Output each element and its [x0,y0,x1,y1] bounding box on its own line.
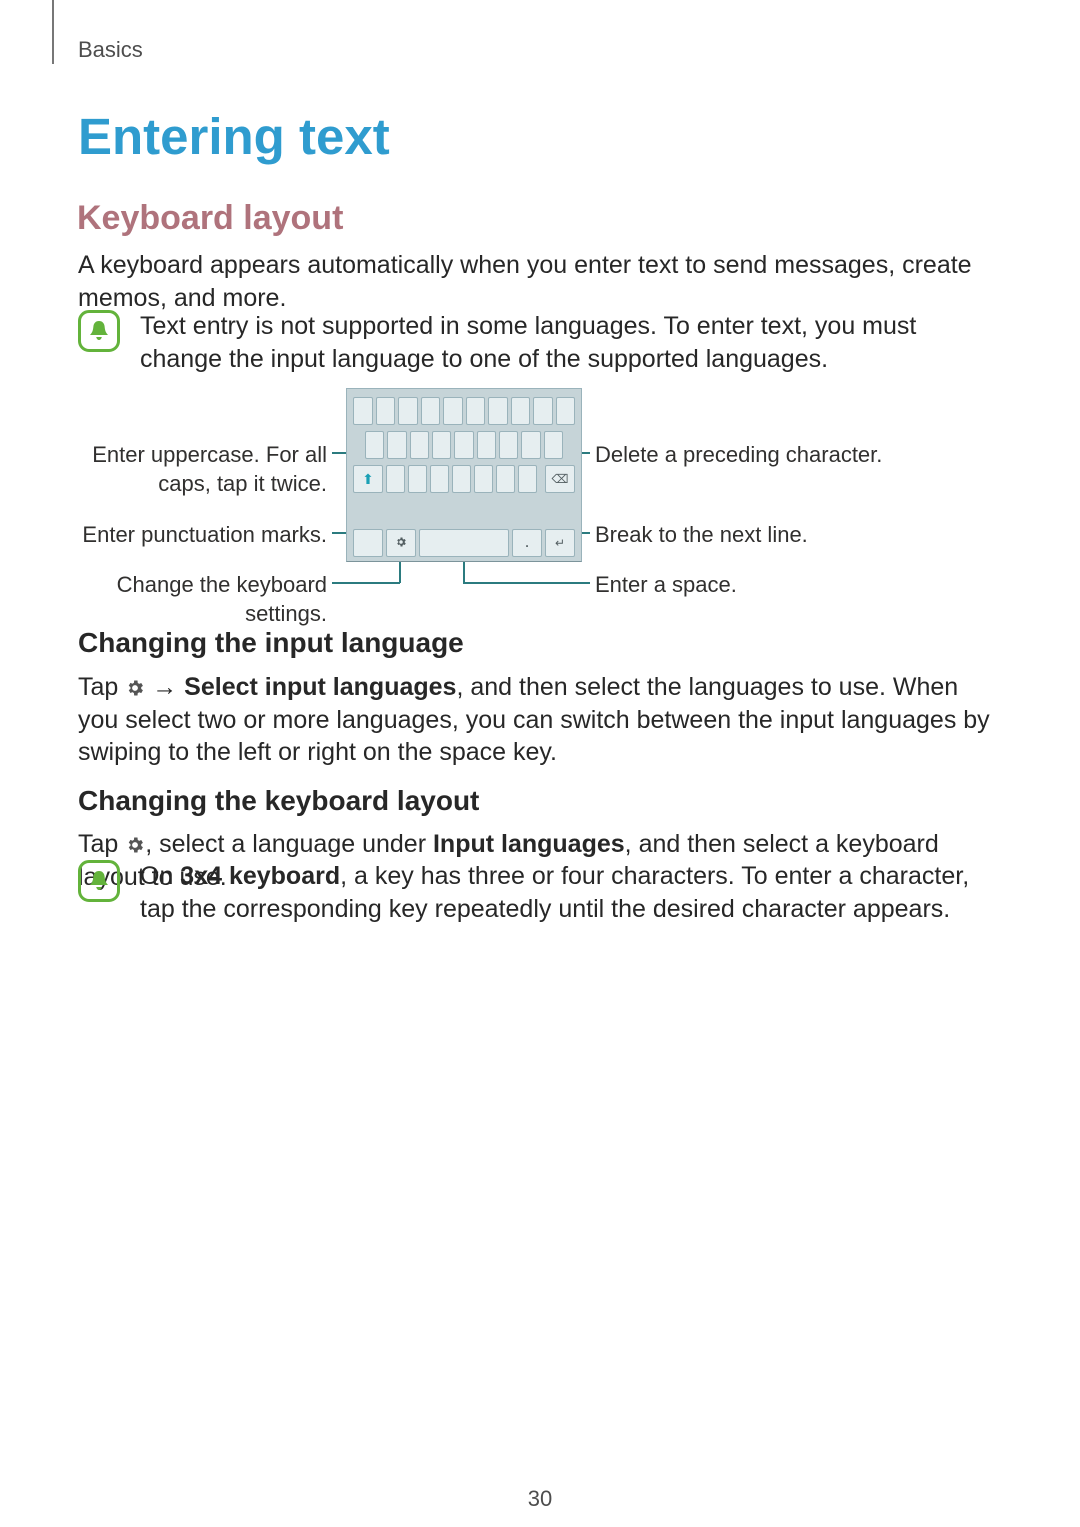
page-number: 30 [0,1485,1080,1514]
backspace-key-icon: ⌫ [545,465,575,493]
bold-label: Input languages [433,830,625,858]
subheading-input-language: Changing the input language [78,625,464,661]
keyboard-illustration: ⬆ ⌫ . ↵ [346,388,582,562]
text: Tap [78,830,125,858]
note-bell-icon [78,310,120,352]
section-body: A keyboard appears automatically when yo… [78,249,1002,314]
callout-delete: Delete a preceding character. [595,441,882,470]
bold-label: 3x4 keyboard [180,862,340,890]
callout-punctuation: Enter punctuation marks. [74,521,327,550]
text: On [140,862,180,890]
keyboard-figure: Enter uppercase. For all caps, tap it tw… [74,388,1006,608]
callout-uppercase: Enter uppercase. For all caps, tap it tw… [74,441,327,498]
callout-nextline: Break to the next line. [595,521,808,550]
subheading-keyboard-layout: Changing the keyboard layout [78,783,479,819]
symbol-key-icon [353,529,383,557]
enter-key-icon: ↵ [545,529,575,557]
note-text: On 3x4 keyboard, a key has three or four… [140,860,1002,925]
section-heading-keyboard-layout: Keyboard layout [77,196,343,240]
settings-key-icon [386,529,416,557]
header-rule [52,0,54,64]
paragraph-input-language: Tap → Select input languages, and then s… [78,671,1002,769]
space-key-icon [419,529,509,557]
text: Tap [78,673,125,701]
callout-space: Enter a space. [595,571,737,600]
period-key-icon: . [512,529,542,557]
callout-settings: Change the keyboard settings. [74,571,327,628]
shift-key-icon: ⬆ [353,465,383,493]
breadcrumb: Basics [78,36,143,65]
note-text: Text entry is not supported in some lang… [140,310,1002,375]
gear-icon [125,835,145,855]
note-bell-icon [78,860,120,902]
bold-label: Select input languages [184,673,456,701]
gear-icon [125,678,145,698]
text: → [145,673,184,701]
page-title: Entering text [78,104,390,170]
text: , select a language under [145,830,433,858]
